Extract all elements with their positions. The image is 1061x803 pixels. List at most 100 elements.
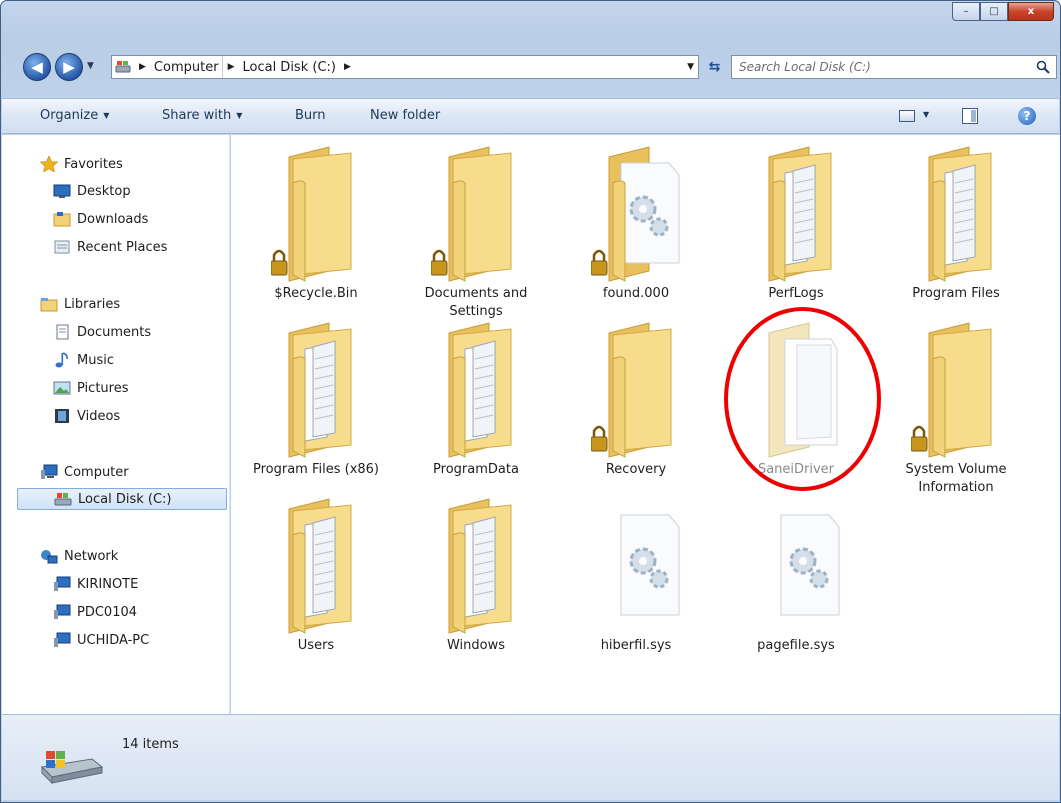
sidebar-item-network[interactable]: Network [40, 545, 118, 567]
sidebar-item-favorites[interactable]: Favorites [40, 153, 123, 175]
navigation-pane: Favorites Desktop Downloads Recent Place… [2, 135, 230, 714]
new-folder-label: New folder [370, 108, 441, 123]
sidebar-item-desktop[interactable]: Desktop [53, 180, 131, 202]
address-history-dropdown[interactable]: ▼ [687, 62, 694, 72]
file-name: Program Files (x86) [252, 462, 380, 477]
sidebar-item-label: Pictures [77, 380, 129, 396]
desktop-icon [53, 184, 71, 198]
sidebar-item-computer[interactable]: Computer [40, 461, 129, 483]
sidebar-item-music[interactable]: Music [53, 349, 114, 371]
file-name: hiberfil.sys [600, 638, 672, 653]
recent-places-icon [54, 240, 70, 254]
local-disk-icon [40, 751, 104, 785]
folder-docs-icon [768, 146, 832, 282]
refresh-button[interactable]: ⇆ [701, 55, 728, 79]
file-item[interactable]: Windows [411, 495, 541, 671]
file-item[interactable]: hiberfil.sys [571, 495, 701, 671]
refresh-icon: ⇆ [708, 59, 721, 75]
sidebar-item-label: Downloads [77, 211, 149, 227]
folder-locked-icon [591, 322, 672, 458]
folder-docs-icon [448, 498, 512, 634]
address-row: ◀ ▶ ▼ ▶ Computer ▶ Local Disk (C:) ▶ ▼ ⇆ [1, 51, 1060, 87]
system-file-icon [780, 514, 840, 616]
breadcrumb-local-disk[interactable]: Local Disk (C:) [239, 56, 338, 78]
maximize-button[interactable]: □ [980, 2, 1008, 21]
folder-locked-icon [431, 146, 512, 282]
file-item[interactable]: Program Files [891, 143, 1021, 319]
downloads-folder-icon [53, 212, 71, 227]
forward-button[interactable]: ▶ [55, 53, 83, 81]
file-name: found.000 [602, 286, 670, 301]
address-bar[interactable]: ▶ Computer ▶ Local Disk (C:) ▶ ▼ [111, 55, 699, 79]
sidebar-item-label: KIRINOTE [77, 576, 139, 592]
libraries-icon [40, 298, 58, 312]
sidebar-item-label: Local Disk (C:) [78, 491, 172, 507]
back-button[interactable]: ◀ [23, 53, 51, 81]
arrow-left-icon: ◀ [31, 58, 43, 76]
chevron-down-icon: ▼ [236, 111, 243, 120]
file-item[interactable]: pagefile.sys [731, 495, 861, 671]
file-name: Recovery [605, 462, 667, 477]
star-icon [40, 156, 58, 172]
sidebar-item-kirinote[interactable]: KIRINOTE [53, 573, 138, 595]
sidebar-item-pdc0104[interactable]: PDC0104 [53, 601, 137, 623]
file-item[interactable]: Documents and Settings [411, 143, 541, 319]
breadcrumb-separator[interactable]: ▶ [223, 62, 240, 72]
search-box[interactable] [731, 55, 1057, 79]
new-folder-button[interactable]: New folder [370, 108, 440, 123]
sidebar-item-pictures[interactable]: Pictures [53, 377, 128, 399]
file-item[interactable]: Recovery [571, 319, 701, 495]
computer-icon [54, 604, 71, 619]
item-count: 14 items [122, 737, 179, 752]
minimize-button[interactable]: – [952, 2, 980, 21]
folder-locked-icon [271, 146, 352, 282]
sidebar-item-libraries[interactable]: Libraries [40, 293, 120, 315]
file-name: Windows [446, 638, 506, 653]
file-item[interactable]: Program Files (x86) [251, 319, 381, 495]
help-icon[interactable]: ? [1018, 107, 1036, 125]
sidebar-item-videos[interactable]: Videos [53, 405, 120, 427]
chevron-down-icon[interactable]: ▼ [923, 110, 929, 119]
file-item[interactable]: System Volume Information [891, 319, 1021, 495]
videos-icon [55, 409, 69, 423]
sidebar-item-downloads[interactable]: Downloads [53, 208, 148, 230]
folder-docs-icon [448, 322, 512, 458]
file-item[interactable]: $Recycle.Bin [251, 143, 381, 319]
breadcrumb-computer[interactable]: Computer [151, 56, 223, 78]
sidebar-item-documents[interactable]: Documents [53, 321, 151, 343]
details-pane: 14 items [2, 714, 1059, 800]
search-icon[interactable] [1036, 60, 1050, 74]
file-item[interactable]: PerfLogs [731, 143, 861, 319]
file-list: $Recycle.Bin Documents and Settings found.… [231, 135, 1060, 714]
network-icon [41, 550, 58, 564]
breadcrumb-separator[interactable]: ▶ [134, 62, 151, 72]
close-button[interactable]: x [1008, 2, 1054, 21]
system-file-icon [620, 514, 680, 616]
computer-icon [54, 576, 71, 591]
change-view-icon[interactable] [899, 110, 915, 122]
file-name: Documents and Settings [424, 286, 528, 319]
pictures-icon [53, 381, 71, 395]
sidebar-item-local-disk[interactable]: Local Disk (C:) [17, 488, 227, 510]
file-item[interactable]: found.000 [571, 143, 701, 319]
file-name: pagefile.sys [757, 638, 835, 653]
sidebar-item-recent-places[interactable]: Recent Places [53, 236, 167, 258]
burn-button[interactable]: Burn [295, 108, 326, 123]
file-item[interactable]: Users [251, 495, 381, 671]
sidebar-item-label: Recent Places [77, 239, 168, 255]
document-icon [56, 324, 69, 340]
share-with-button[interactable]: Share with ▼ [162, 108, 242, 123]
organize-button[interactable]: Organize ▼ [40, 108, 109, 123]
file-item[interactable]: ProgramData [411, 319, 541, 495]
sidebar-item-label: Computer [64, 464, 129, 480]
search-input[interactable] [732, 56, 1022, 78]
preview-pane-icon[interactable] [962, 108, 978, 124]
sidebar-item-label: Libraries [64, 296, 121, 312]
burn-label: Burn [295, 108, 326, 123]
recent-pages-dropdown[interactable]: ▼ [87, 61, 94, 71]
breadcrumb-separator[interactable]: ▶ [339, 62, 356, 72]
sidebar-item-uchida-pc[interactable]: UCHIDA-PC [53, 629, 149, 651]
file-name: Program Files [912, 286, 1000, 301]
sidebar-item-label: Network [64, 548, 119, 564]
arrow-right-icon: ▶ [63, 58, 75, 76]
